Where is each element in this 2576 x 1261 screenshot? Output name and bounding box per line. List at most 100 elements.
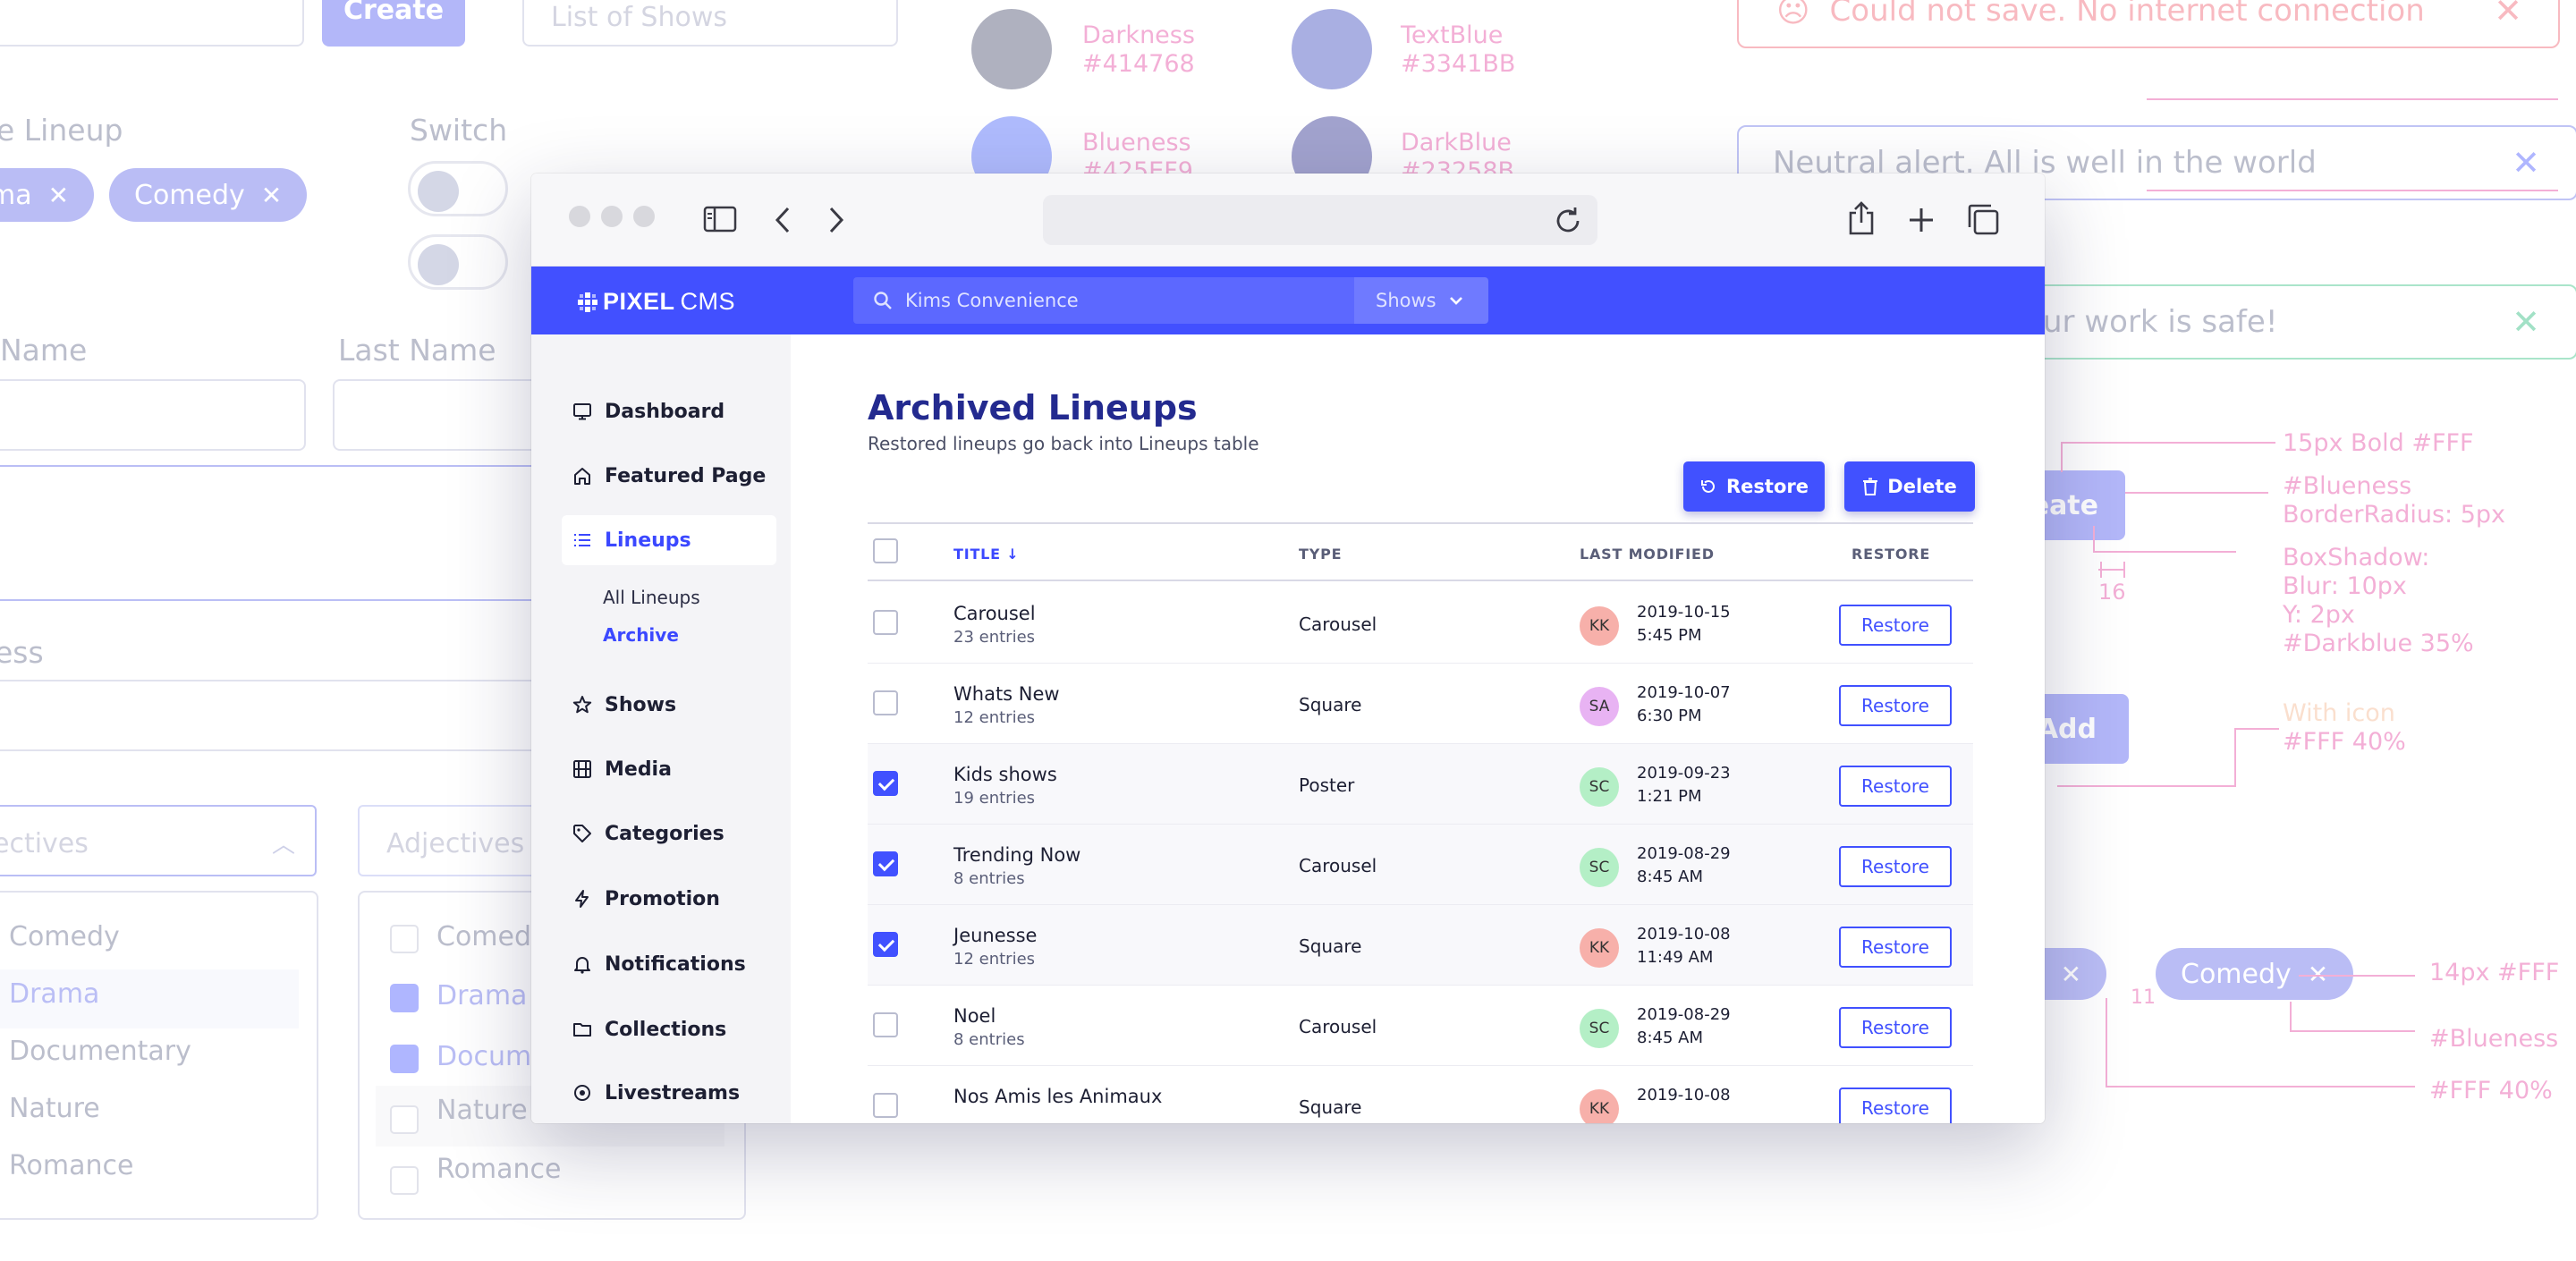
row-type: Carousel: [1299, 1016, 1377, 1037]
row-restore-button[interactable]: Restore: [1839, 605, 1952, 646]
monitor-icon: [573, 403, 591, 420]
table-row[interactable]: Nos Amis les Animaux Square KK 2019-10-08 Re…: [868, 1066, 1973, 1123]
row-title[interactable]: Whats New: [953, 683, 1060, 705]
sidebar-subitem-archive[interactable]: Archive: [603, 624, 679, 646]
sidebar-item-lineups[interactable]: Lineups: [562, 515, 776, 565]
row-type: Square: [1299, 694, 1362, 715]
lineup-label: e Lineup: [0, 113, 123, 148]
home-icon: [574, 468, 590, 485]
pill-label: Comedy: [2181, 958, 2292, 990]
row-checkbox[interactable]: [873, 1012, 898, 1037]
sidebar-item-categories[interactable]: Categories: [562, 808, 776, 859]
row-title[interactable]: Carousel: [953, 603, 1036, 624]
row-checkbox-checked[interactable]: [873, 851, 898, 876]
bell-icon: [574, 957, 590, 974]
sidebar-item-collections[interactable]: Collections: [562, 1004, 776, 1054]
sidebar-toggle-icon[interactable]: [703, 206, 737, 233]
row-restore-button[interactable]: Restore: [1839, 1007, 1952, 1048]
search-scope-select[interactable]: Shows: [1354, 277, 1488, 324]
row-type: Square: [1299, 1096, 1362, 1118]
table-row[interactable]: Kids shows 19 entries Poster SC 2019-09-23 1:…: [868, 744, 1973, 825]
share-icon[interactable]: [1846, 200, 1877, 236]
sidebar-item-featured-page[interactable]: Featured Page: [562, 451, 776, 501]
table-row[interactable]: Trending Now 8 entries Carousel SC 2019-08-2…: [868, 825, 1973, 905]
sidebar-subitem-all-lineups[interactable]: All Lineups: [603, 587, 700, 608]
live-icon: [574, 1085, 590, 1101]
column-header-type[interactable]: TYPE: [1299, 546, 1342, 563]
row-checkbox[interactable]: [873, 610, 898, 635]
row-restore-button[interactable]: Restore: [1839, 766, 1952, 807]
row-time: 1:21 PM: [1637, 787, 1702, 806]
column-header-last-modified[interactable]: LAST MODIFIED: [1580, 546, 1715, 563]
table-row[interactable]: Carousel 23 entries Carousel KK 2019-10-15 5:…: [868, 583, 1973, 664]
restore-button[interactable]: Restore: [1683, 461, 1825, 512]
row-title[interactable]: Trending Now: [953, 844, 1080, 866]
reload-icon[interactable]: [1553, 206, 1583, 236]
sidebar-item-media[interactable]: Media: [562, 744, 776, 794]
text-field: [0, 0, 304, 47]
adjectives-dropdown-open: ectives: [0, 805, 317, 876]
row-time: 5:45 PM: [1637, 626, 1702, 645]
spec-annotation: #FFF 40%: [2429, 1077, 2553, 1104]
table-row[interactable]: Jeunesse 12 entries Square KK 2019-10-08 11:4…: [868, 905, 1973, 986]
folder-icon: [573, 1023, 591, 1037]
spacing-annotation: 11: [2131, 986, 2156, 1009]
dropdown-option: Romance: [9, 1150, 134, 1181]
zoom-window-button[interactable]: [633, 206, 655, 227]
minimize-window-button[interactable]: [601, 206, 623, 227]
row-title[interactable]: Kids shows: [953, 764, 1057, 785]
spec-annotation: With icon: [2283, 699, 2395, 727]
spec-annotation: Blur: 10px: [2283, 572, 2407, 600]
checkbox: [390, 925, 419, 953]
page-subtitle: Restored lineups go back into Lineups ta…: [868, 433, 1259, 454]
back-icon[interactable]: [773, 206, 792, 234]
tab-overview-icon[interactable]: [1966, 202, 2000, 236]
pill-label: ma: [0, 179, 32, 211]
list-of-shows-field: List of Shows: [522, 0, 898, 47]
avatar: SA: [1580, 687, 1619, 726]
row-title[interactable]: Jeunesse: [953, 925, 1037, 946]
avatar: KK: [1580, 606, 1619, 646]
sort-arrow-down-icon: ↓: [1006, 546, 1020, 563]
row-checkbox[interactable]: [873, 690, 898, 715]
switch-label: Switch: [410, 113, 508, 148]
close-icon: ✕: [260, 180, 283, 210]
row-restore-button[interactable]: Restore: [1839, 1088, 1952, 1123]
table-row[interactable]: Whats New 12 entries Square SA 2019-10-07 6:3…: [868, 664, 1973, 744]
close-icon: ✕: [2512, 302, 2540, 342]
close-icon: ✕: [2512, 143, 2540, 182]
focused-field: [0, 465, 546, 601]
delete-button[interactable]: Delete: [1844, 461, 1975, 512]
select-all-checkbox[interactable]: [873, 538, 898, 563]
row-restore-button[interactable]: Restore: [1839, 846, 1952, 887]
sidebar: Dashboard Featured Page Lineups All Line…: [531, 334, 791, 1123]
adjectives-dropdown: Adjectives: [358, 805, 555, 876]
table-row[interactable]: Noel 8 entries Carousel SC 2019-08-29 8:45 AM…: [868, 986, 1973, 1066]
search-input[interactable]: Kims Convenience: [853, 277, 1354, 324]
bolt-icon: [575, 890, 589, 908]
alert-text: ur work is safe!: [2043, 304, 2278, 340]
row-type: Square: [1299, 935, 1362, 957]
forward-icon[interactable]: [826, 206, 846, 234]
address-bar[interactable]: [1043, 195, 1597, 245]
sidebar-item-shows[interactable]: Shows: [562, 680, 776, 730]
row-title[interactable]: Nos Amis les Animaux: [953, 1086, 1162, 1107]
column-header-title[interactable]: TITLE ↓: [953, 546, 1020, 563]
sidebar-item-dashboard[interactable]: Dashboard: [562, 386, 776, 436]
sidebar-item-notifications[interactable]: Notifications: [562, 939, 776, 989]
row-checkbox-checked[interactable]: [873, 771, 898, 796]
row-checkbox-checked[interactable]: [873, 932, 898, 957]
page-title: Archived Lineups: [868, 388, 1198, 427]
row-title[interactable]: Noel: [953, 1005, 996, 1027]
sidebar-item-promotion[interactable]: Promotion: [562, 874, 776, 924]
close-window-button[interactable]: [569, 206, 590, 227]
brand-logo[interactable]: PIXEL CMS: [578, 288, 735, 316]
spec-pill: Comedy ✕: [2156, 948, 2354, 1000]
row-restore-button[interactable]: Restore: [1839, 927, 1952, 968]
new-tab-icon[interactable]: [1907, 206, 1936, 234]
row-checkbox[interactable]: [873, 1093, 898, 1118]
row-restore-button[interactable]: Restore: [1839, 685, 1952, 726]
search-scope-value: Shows: [1376, 290, 1436, 311]
search-query: Kims Convenience: [905, 290, 1079, 311]
sidebar-item-livestreams[interactable]: Livestreams: [562, 1068, 776, 1118]
